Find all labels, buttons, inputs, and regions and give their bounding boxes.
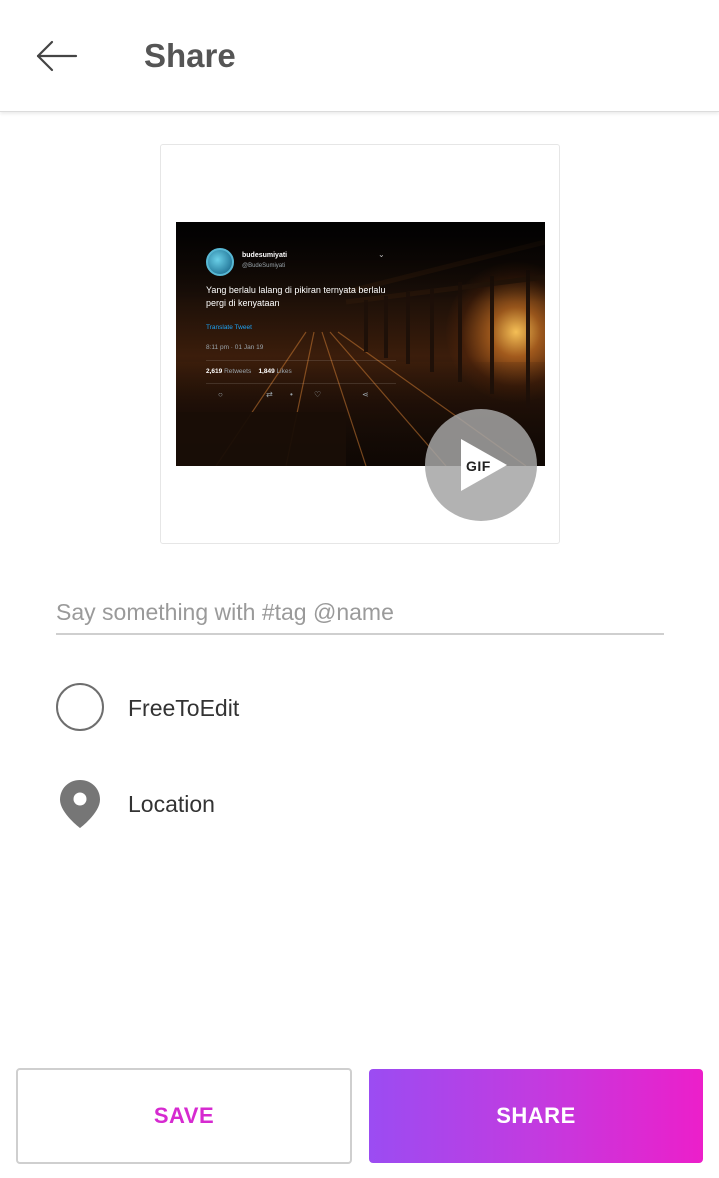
share-button[interactable]: SHARE (369, 1069, 703, 1163)
tweet-timestamp: 8:11 pm · 01 Jan 19 (206, 344, 264, 351)
like-icon: ♡ (314, 390, 322, 399)
tweet-stats: 2,619 Retweets 1,849 Likes (206, 368, 292, 375)
divider (206, 360, 396, 361)
dot-icon: • (290, 390, 293, 399)
tweet-actions: ○ ⇄ • ♡ ⋖ (218, 390, 378, 400)
location-label: Location (128, 791, 215, 817)
tweet-handle: @BudeSumiyati (242, 263, 286, 269)
save-button-label: SAVE (153, 1103, 215, 1128)
free-to-edit-label: FreeToEdit (128, 695, 240, 721)
location-option[interactable]: Location (56, 779, 456, 829)
chevron-down-icon: ⌄ (378, 250, 385, 259)
tweet-display-name: budesumiyati (242, 252, 288, 259)
likes-label: Likes (276, 368, 292, 375)
share-icon: ⋖ (362, 390, 369, 399)
caption-field (56, 592, 664, 635)
retweets-label: Retweets (224, 368, 252, 375)
back-button[interactable] (28, 34, 84, 78)
location-pin-icon (60, 780, 100, 828)
retweets-count: 2,619 (206, 368, 223, 375)
translate-tweet-link: Translate Tweet (206, 324, 252, 331)
divider (206, 383, 396, 384)
page-title: Share (144, 37, 236, 74)
free-to-edit-option[interactable]: FreeToEdit (56, 683, 456, 733)
arrow-left-icon (36, 40, 78, 72)
top-app-bar: Share (0, 0, 719, 112)
free-to-edit-radio[interactable] (56, 683, 104, 731)
likes-count: 1,849 (258, 368, 275, 375)
gif-badge: GIF (466, 458, 491, 474)
tweet-text: Yang berlalu lalang di pikiran ternyata … (206, 285, 386, 308)
media-preview-card: budesumiyati @BudeSumiyati ⌄ Yang berlal… (160, 144, 560, 544)
reply-icon: ○ (218, 390, 223, 399)
share-button-label: SHARE (496, 1103, 576, 1128)
retweet-icon: ⇄ (266, 390, 273, 399)
caption-input[interactable] (56, 592, 664, 632)
save-button[interactable]: SAVE (16, 1068, 352, 1164)
avatar (206, 248, 234, 276)
